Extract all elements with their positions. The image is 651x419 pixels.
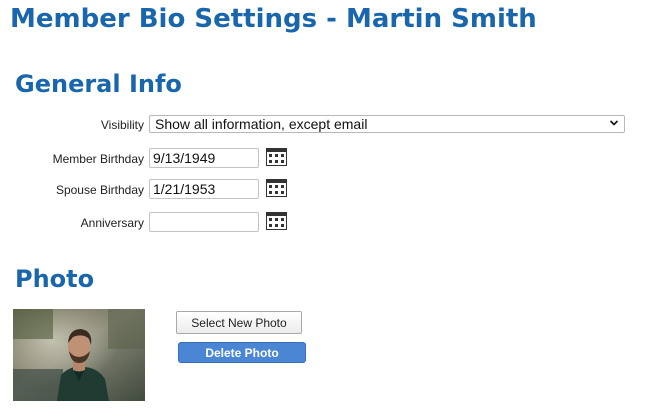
member-birthday-row: Member Birthday [0, 148, 651, 170]
visibility-label: Visibility [100, 118, 144, 132]
anniversary-input[interactable] [149, 212, 259, 232]
visibility-row: Visibility Show all information, except … [0, 114, 651, 136]
page-title: Member Bio Settings - Martin Smith [10, 4, 537, 34]
profile-photo [13, 309, 145, 401]
spouse-birthday-input[interactable] [149, 179, 259, 199]
calendar-icon[interactable] [266, 179, 287, 197]
calendar-icon[interactable] [266, 212, 287, 230]
member-birthday-label: Member Birthday [52, 152, 144, 166]
delete-photo-button[interactable]: Delete Photo [178, 342, 306, 363]
photo-heading: Photo [15, 265, 95, 293]
visibility-select[interactable]: Show all information, except email [149, 115, 625, 133]
visibility-selected-value: Show all information, except email [155, 116, 368, 132]
spouse-birthday-label: Spouse Birthday [55, 183, 144, 197]
member-birthday-input[interactable] [149, 148, 259, 168]
general-info-heading: General Info [15, 70, 182, 98]
anniversary-label: Anniversary [80, 216, 144, 230]
calendar-icon[interactable] [266, 148, 287, 166]
chevron-down-icon [609, 120, 619, 126]
anniversary-row: Anniversary [0, 212, 651, 234]
spouse-birthday-row: Spouse Birthday [0, 179, 651, 201]
select-new-photo-button[interactable]: Select New Photo [176, 311, 302, 334]
